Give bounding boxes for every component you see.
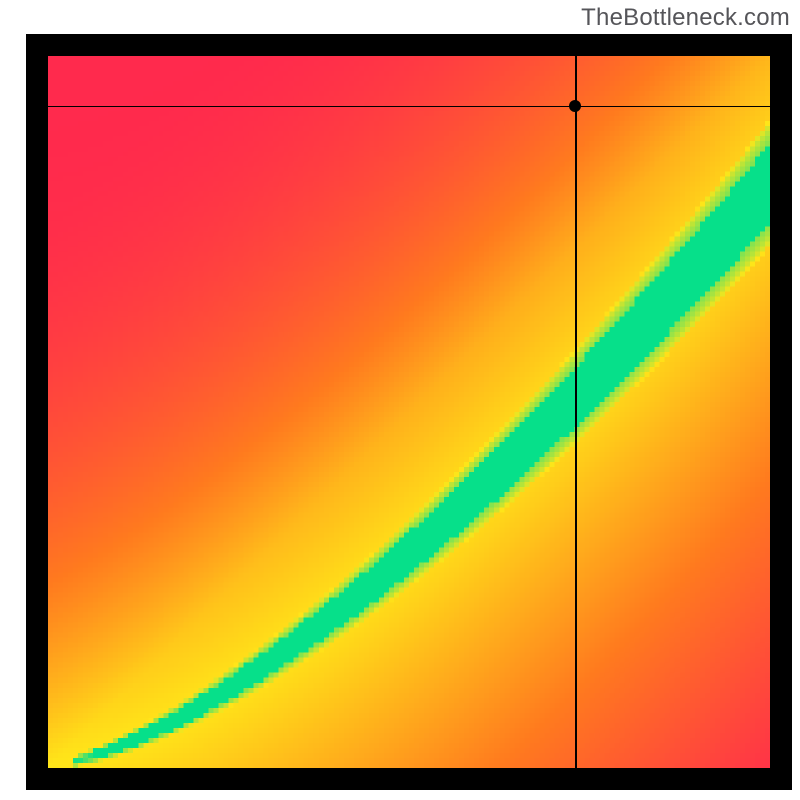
watermark-text: TheBottleneck.com xyxy=(581,4,790,32)
chart-frame xyxy=(26,34,792,790)
heatmap-canvas xyxy=(48,56,770,768)
crosshair-horizontal xyxy=(48,106,770,108)
crosshair-vertical xyxy=(575,56,577,768)
selection-marker xyxy=(569,100,581,112)
heatmap-plot xyxy=(48,56,770,768)
